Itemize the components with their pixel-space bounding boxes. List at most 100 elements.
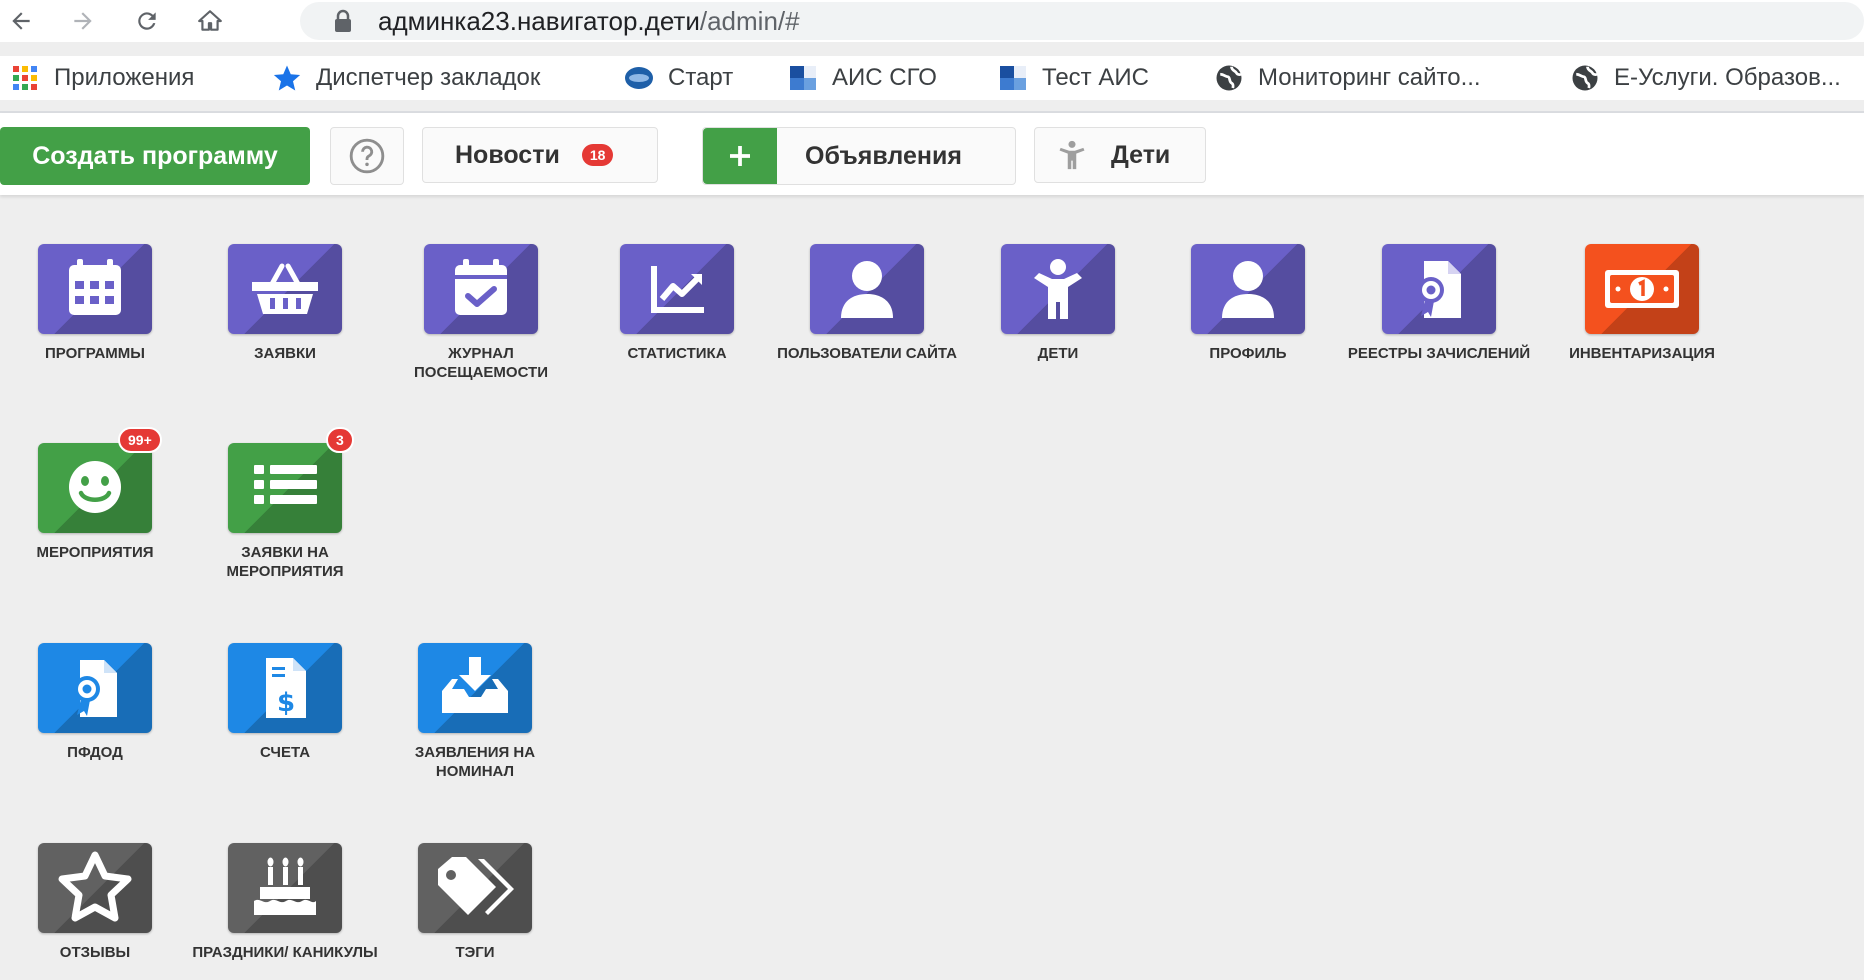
tile-invoices[interactable]: $ СЧЕТА (190, 643, 380, 762)
help-button[interactable] (330, 127, 404, 185)
tile-holidays[interactable]: ПРАЗДНИКИ/ КАНИКУЛЫ (190, 843, 380, 962)
arrow-right-icon (74, 12, 92, 30)
tile-applications[interactable]: ЗАЯВКИ (190, 244, 380, 363)
star-icon (272, 63, 302, 93)
tile-reviews[interactable]: ОТЗЫВЫ (0, 843, 190, 962)
reload-button[interactable] (130, 4, 164, 38)
tile-inventory[interactable]: ИНВЕНТАРИЗАЦИЯ (1547, 244, 1737, 363)
tile-label: ПРОФИЛЬ (1209, 345, 1287, 362)
url-path: /admin/# (699, 6, 800, 36)
lock-icon (335, 9, 351, 32)
tile-label: СЧЕТА (259, 744, 311, 761)
calendar-icon (69, 259, 121, 315)
create-program-button[interactable]: Создать программу (0, 127, 310, 185)
bookmark-ais-sgo[interactable]: АИС СГО (788, 62, 937, 94)
tile-icon-box (424, 244, 538, 334)
announcements-label: Объявления (805, 141, 962, 170)
tile-label: ПФДОД (67, 744, 123, 761)
tile-pfdod[interactable]: ПФДОД (0, 643, 190, 762)
admin-toolbar: Создать программу Новости 18 Объявления … (0, 113, 1864, 195)
news-count-badge: 18 (581, 144, 614, 166)
smile-icon (69, 461, 121, 513)
help-icon (349, 138, 385, 174)
bookmark-label: Старт (668, 64, 734, 91)
user-icon (841, 261, 893, 318)
tile-label: ТЭГИ (455, 944, 495, 961)
tile-label: МЕРОПРИЯТИЯ (36, 544, 154, 561)
tile-icon-box (1382, 244, 1496, 334)
url-host: админка23.навигатор.дети (378, 6, 700, 36)
back-button[interactable] (4, 4, 38, 38)
tile-icon-box (1191, 244, 1305, 334)
news-label: Новости (455, 140, 560, 169)
bookmarks-bar: Приложения Диспетчер закладок Старт АИС … (0, 56, 1864, 100)
tile-nominal-applications[interactable]: ЗАЯВЛЕНИЯ НА НОМИНАЛ (380, 643, 570, 781)
event-applications-count-badge: 3 (326, 427, 354, 453)
tile-icon-box (418, 843, 532, 933)
tile-event-applications[interactable]: 3 ЗАЯВКИ НА МЕРОПРИЯТИЯ (190, 427, 380, 581)
children-button[interactable]: Дети (1034, 127, 1206, 183)
tile-label: ЖУРНАЛ ПОСЕЩАЕМОСТИ (414, 345, 548, 381)
bookmark-monitoring[interactable]: Мониторинг сайто... (1214, 62, 1481, 94)
url-text: админка23.навигатор.дети/admin/# (378, 6, 800, 37)
bookmark-e-uslugi[interactable]: Е-Услуги. Образов... (1570, 62, 1841, 94)
bookmark-label: Тест АИС (1042, 64, 1149, 91)
tile-label: РЕЕСТРЫ ЗАЧИСЛЕНИЙ (1347, 345, 1531, 362)
news-button[interactable]: Новости 18 (422, 127, 658, 183)
chart-line-icon (651, 266, 704, 313)
tile-label: ОТЗЫВЫ (59, 944, 131, 961)
tile-profile[interactable]: ПРОФИЛЬ (1153, 244, 1343, 363)
home-icon (198, 10, 222, 31)
tile-label: ПРАЗДНИКИ/ КАНИКУЛЫ (192, 944, 378, 961)
bookmark-label: Мониторинг сайто... (1258, 64, 1481, 91)
announcements-button[interactable]: Объявления (702, 127, 1016, 185)
tile-children[interactable]: ДЕТИ (963, 244, 1153, 363)
forward-button[interactable] (66, 4, 100, 38)
bookmark-start[interactable]: Старт (624, 62, 733, 94)
tile-programs[interactable]: ПРОГРАММЫ (0, 244, 190, 363)
child-icon (1034, 259, 1082, 319)
tile-label: ЗАЯВКИ (254, 345, 316, 362)
tile-icon-box (38, 843, 152, 933)
invoice-icon: $ (266, 658, 306, 718)
star-outline-icon (58, 851, 132, 922)
cake-icon (254, 857, 316, 915)
inbox-download-icon (442, 657, 508, 713)
money-icon (1605, 270, 1679, 308)
tile-statistics[interactable]: СТАТИСТИКА (582, 244, 772, 363)
ais-icon (788, 63, 818, 93)
tile-label: ДЕТИ (1037, 345, 1079, 362)
list-icon (254, 465, 317, 504)
apps-grid-icon (10, 63, 40, 93)
tile-icon-box (228, 843, 342, 933)
bookmark-label: АИС СГО (832, 64, 937, 91)
browser-address-bar: админка23.навигатор.дети/admin/# (0, 0, 1864, 42)
globe-icon (1214, 63, 1244, 93)
events-count-badge: 99+ (118, 427, 162, 453)
bookmark-test-ais[interactable]: Тест АИС (998, 62, 1149, 94)
tile-icon-box (1585, 244, 1699, 334)
tile-icon-box (418, 643, 532, 733)
tile-attendance-journal[interactable]: ЖУРНАЛ ПОСЕЩАЕМОСТИ (386, 244, 576, 382)
tile-enrollment-registers[interactable]: РЕЕСТРЫ ЗАЧИСЛЕНИЙ (1344, 244, 1534, 363)
tile-icon-box: $ (228, 643, 342, 733)
bookmark-apps[interactable]: Приложения (10, 62, 194, 94)
tile-label: ПРОГРАММЫ (45, 345, 145, 362)
tile-icon-box (1001, 244, 1115, 334)
bookmark-label: Приложения (54, 64, 195, 91)
bookmark-manager[interactable]: Диспетчер закладок (272, 62, 540, 94)
tile-site-users[interactable]: ПОЛЬЗОВАТЕЛИ САЙТА (772, 244, 962, 363)
tile-label: ЗАЯВКИ НА МЕРОПРИЯТИЯ (226, 544, 344, 580)
tile-tags[interactable]: ТЭГИ (380, 843, 570, 962)
tile-label: ПОЛЬЗОВАТЕЛИ САЙТА (777, 345, 957, 362)
tile-events[interactable]: 99+ МЕРОПРИЯТИЯ (0, 427, 190, 562)
home-button[interactable] (193, 4, 227, 38)
basket-icon (252, 263, 318, 314)
certificate-icon (74, 660, 117, 717)
start-logo-icon (624, 63, 654, 93)
tile-icon-box (228, 244, 342, 334)
certificate-icon (1418, 261, 1461, 318)
tags-icon (438, 857, 514, 915)
user-icon (1222, 261, 1274, 318)
globe-icon (1570, 63, 1600, 93)
